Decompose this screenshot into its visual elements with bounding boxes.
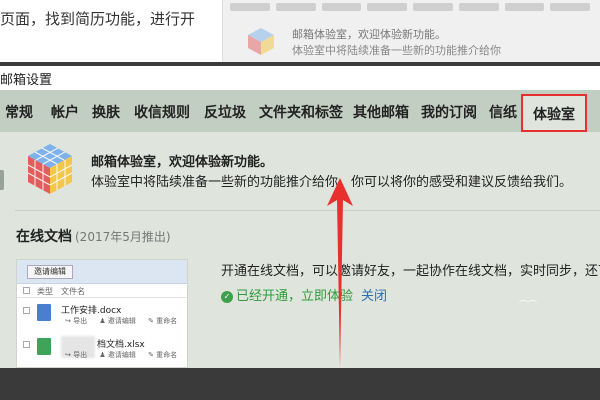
dots-icon: ⌒⌒: [519, 301, 538, 311]
tab-account[interactable]: 帐户: [51, 102, 79, 122]
preview-col-name: 文件名: [61, 287, 85, 296]
preview-file-name: 工作安排.docx: [61, 306, 122, 316]
preview-toolbar: 邀请编辑: [17, 260, 187, 284]
cube-icon: [248, 28, 274, 55]
tab-other-mailboxes[interactable]: 其他邮箱: [353, 102, 409, 122]
background-tab-strip: [230, 3, 590, 15]
xlsx-file-icon: [37, 338, 51, 355]
check-circle-icon: ✓: [221, 291, 233, 303]
feature-status-row: ✓ 已经开通，立即体验 关闭: [221, 285, 387, 304]
preview-row-actions: ↪ 导出 ♟ 邀请编辑 ✎ 重命名: [65, 351, 178, 359]
section-date: (2017年5月推出): [75, 230, 171, 244]
intro-title: 邮箱体验室，欢迎体验新功能。: [91, 155, 274, 170]
docx-file-icon: [37, 304, 51, 321]
red-arrow-annotation-icon: [327, 178, 353, 368]
preview-invite-button: 邀请编辑: [27, 265, 73, 279]
tab-mail-rules[interactable]: 收信规则: [134, 102, 190, 122]
preview-col-type: 类型: [37, 287, 53, 296]
preview-row: 档文档.xlsx ↪ 导出 ♟ 邀请编辑 ✎ 重命名: [17, 335, 187, 367]
tab-stationery[interactable]: 信纸: [489, 102, 517, 122]
tab-folders-labels[interactable]: 文件夹和标签: [259, 102, 343, 122]
checkbox-icon: [23, 307, 30, 314]
tab-anti-spam[interactable]: 反垃圾: [204, 102, 246, 122]
preview-file-name: 档文档.xlsx: [97, 340, 145, 350]
background-intro-sub: 体验室中将陆续准备一些新的功能推介给你: [292, 44, 501, 57]
tutorial-instruction: 页面，找到简历功能，进行开: [0, 10, 196, 28]
cube-icon: [27, 144, 73, 194]
preview-row: 工作安排.docx ↪ 导出 ♟ 邀请编辑 ✎ 重命名: [17, 301, 187, 335]
settings-header: 邮箱设置: [0, 66, 600, 90]
close-link[interactable]: 关闭: [361, 289, 387, 304]
page-title: 邮箱设置: [0, 73, 53, 88]
feature-status: 已经开通，: [236, 289, 302, 304]
preview-row-actions: ↪ 导出 ♟ 邀请编辑 ✎ 重命名: [65, 317, 178, 325]
feature-description: 开通在线文档，可以邀请好友，一起协作在线文档，实时同步，还可: [221, 264, 600, 279]
checkbox-icon: [23, 287, 30, 294]
section-title: 在线文档: [16, 229, 72, 245]
tab-general[interactable]: 常规: [5, 102, 33, 122]
lab-panel: 邮箱体验室，欢迎体验新功能。 体验室中将陆续准备一些新的功能推介给你，你可以将你…: [0, 132, 600, 368]
preview-table-header: 类型 文件名: [17, 284, 187, 298]
feature-preview: 邀请编辑 类型 文件名 工作安排.docx ↪ 导出 ♟ 邀请编辑 ✎ 重命名 …: [16, 259, 188, 368]
tab-skin[interactable]: 换肤: [92, 102, 120, 122]
collapse-handle[interactable]: [0, 170, 4, 190]
section-divider: [15, 210, 600, 211]
checkbox-icon: [23, 341, 30, 348]
tab-lab[interactable]: 体验室: [521, 94, 587, 132]
settings-tabbar: 常规 帐户 换肤 收信规则 反垃圾 文件夹和标签 其他邮箱 我的订阅 信纸 体验…: [0, 90, 600, 132]
dark-bottom-bar: [0, 368, 600, 400]
tutorial-header: 页面，找到简历功能，进行开 邮箱体验室，欢迎体验新功能。 体验室中将陆续准备一些…: [0, 0, 600, 62]
tab-subscriptions[interactable]: 我的订阅: [421, 102, 477, 122]
background-intro-title: 邮箱体验室，欢迎体验新功能。: [292, 28, 446, 41]
